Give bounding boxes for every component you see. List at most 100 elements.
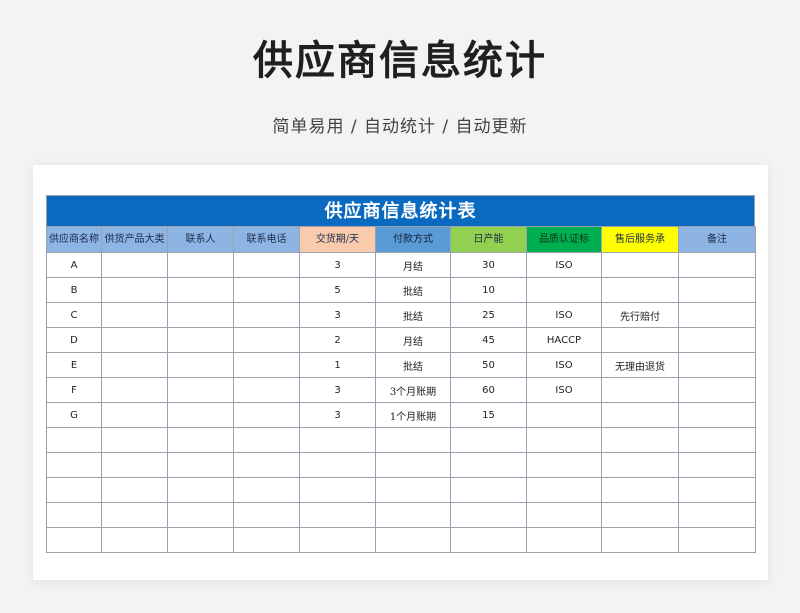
delivery-days-cell[interactable]: 3 xyxy=(299,252,376,278)
remark-cell[interactable] xyxy=(678,302,756,328)
capacity-cell[interactable]: 30 xyxy=(450,252,527,278)
empty-cell[interactable] xyxy=(233,527,300,553)
supplier-name-cell[interactable]: F xyxy=(46,377,102,403)
category-cell[interactable] xyxy=(101,277,168,303)
after-sales-cell[interactable] xyxy=(601,377,679,403)
delivery-days-cell[interactable]: 1 xyxy=(299,352,376,378)
payment-cell[interactable]: 批结 xyxy=(375,352,451,378)
contact-cell[interactable] xyxy=(167,277,234,303)
delivery-days-cell[interactable]: 3 xyxy=(299,402,376,428)
empty-cell[interactable] xyxy=(601,502,679,528)
category-cell[interactable] xyxy=(101,352,168,378)
empty-cell[interactable] xyxy=(46,527,102,553)
empty-cell[interactable] xyxy=(601,527,679,553)
remark-cell[interactable] xyxy=(678,252,756,278)
empty-cell[interactable] xyxy=(167,502,234,528)
capacity-cell[interactable]: 10 xyxy=(450,277,527,303)
remark-cell[interactable] xyxy=(678,277,756,303)
after-sales-cell[interactable]: 无理由退货 xyxy=(601,352,679,378)
empty-cell[interactable] xyxy=(601,477,679,503)
category-cell[interactable] xyxy=(101,302,168,328)
phone-cell[interactable] xyxy=(233,277,300,303)
empty-cell[interactable] xyxy=(167,452,234,478)
supplier-name-cell[interactable]: B xyxy=(46,277,102,303)
empty-cell[interactable] xyxy=(167,427,234,453)
capacity-cell[interactable]: 25 xyxy=(450,302,527,328)
remark-cell[interactable] xyxy=(678,327,756,353)
empty-cell[interactable] xyxy=(299,427,376,453)
empty-cell[interactable] xyxy=(526,477,602,503)
empty-cell[interactable] xyxy=(450,427,527,453)
supplier-name-cell[interactable]: D xyxy=(46,327,102,353)
empty-cell[interactable] xyxy=(46,477,102,503)
remark-cell[interactable] xyxy=(678,402,756,428)
certification-cell[interactable] xyxy=(526,402,602,428)
empty-cell[interactable] xyxy=(678,502,756,528)
payment-cell[interactable]: 批结 xyxy=(375,277,451,303)
empty-cell[interactable] xyxy=(375,452,451,478)
delivery-days-cell[interactable]: 5 xyxy=(299,277,376,303)
contact-cell[interactable] xyxy=(167,402,234,428)
empty-cell[interactable] xyxy=(233,477,300,503)
empty-cell[interactable] xyxy=(167,527,234,553)
empty-cell[interactable] xyxy=(375,427,451,453)
empty-cell[interactable] xyxy=(233,452,300,478)
supplier-name-cell[interactable]: A xyxy=(46,252,102,278)
payment-cell[interactable]: 月结 xyxy=(375,252,451,278)
header-after-sales[interactable]: 售后服务承 xyxy=(601,226,679,253)
supplier-name-cell[interactable]: C xyxy=(46,302,102,328)
payment-cell[interactable]: 3个月账期 xyxy=(375,377,451,403)
empty-cell[interactable] xyxy=(526,502,602,528)
empty-cell[interactable] xyxy=(601,452,679,478)
contact-cell[interactable] xyxy=(167,327,234,353)
after-sales-cell[interactable]: 先行赔付 xyxy=(601,302,679,328)
empty-cell[interactable] xyxy=(601,427,679,453)
capacity-cell[interactable]: 50 xyxy=(450,352,527,378)
after-sales-cell[interactable] xyxy=(601,402,679,428)
remark-cell[interactable] xyxy=(678,352,756,378)
after-sales-cell[interactable] xyxy=(601,277,679,303)
certification-cell[interactable] xyxy=(526,277,602,303)
supplier-name-cell[interactable]: G xyxy=(46,402,102,428)
certification-cell[interactable]: ISO xyxy=(526,377,602,403)
empty-cell[interactable] xyxy=(678,527,756,553)
category-cell[interactable] xyxy=(101,377,168,403)
empty-cell[interactable] xyxy=(526,452,602,478)
empty-cell[interactable] xyxy=(46,427,102,453)
category-cell[interactable] xyxy=(101,327,168,353)
header-capacity[interactable]: 日产能 xyxy=(450,226,527,253)
phone-cell[interactable] xyxy=(233,402,300,428)
certification-cell[interactable]: ISO xyxy=(526,252,602,278)
header-payment[interactable]: 付款方式 xyxy=(375,226,451,253)
header-contact[interactable]: 联系人 xyxy=(167,226,234,253)
contact-cell[interactable] xyxy=(167,252,234,278)
contact-cell[interactable] xyxy=(167,377,234,403)
header-product-category[interactable]: 供货产品大类 xyxy=(101,226,168,253)
empty-cell[interactable] xyxy=(101,477,168,503)
after-sales-cell[interactable] xyxy=(601,252,679,278)
after-sales-cell[interactable] xyxy=(601,327,679,353)
certification-cell[interactable]: ISO xyxy=(526,352,602,378)
category-cell[interactable] xyxy=(101,402,168,428)
empty-cell[interactable] xyxy=(375,502,451,528)
empty-cell[interactable] xyxy=(526,527,602,553)
empty-cell[interactable] xyxy=(299,527,376,553)
capacity-cell[interactable]: 15 xyxy=(450,402,527,428)
empty-cell[interactable] xyxy=(450,527,527,553)
empty-cell[interactable] xyxy=(46,502,102,528)
empty-cell[interactable] xyxy=(450,452,527,478)
phone-cell[interactable] xyxy=(233,302,300,328)
empty-cell[interactable] xyxy=(375,527,451,553)
empty-cell[interactable] xyxy=(101,502,168,528)
payment-cell[interactable]: 1个月账期 xyxy=(375,402,451,428)
empty-cell[interactable] xyxy=(678,427,756,453)
supplier-name-cell[interactable]: E xyxy=(46,352,102,378)
phone-cell[interactable] xyxy=(233,252,300,278)
header-remark[interactable]: 备注 xyxy=(678,226,756,253)
empty-cell[interactable] xyxy=(375,477,451,503)
header-supplier-name[interactable]: 供应商名称 xyxy=(46,226,102,253)
capacity-cell[interactable]: 45 xyxy=(450,327,527,353)
empty-cell[interactable] xyxy=(526,427,602,453)
empty-cell[interactable] xyxy=(101,527,168,553)
empty-cell[interactable] xyxy=(678,477,756,503)
